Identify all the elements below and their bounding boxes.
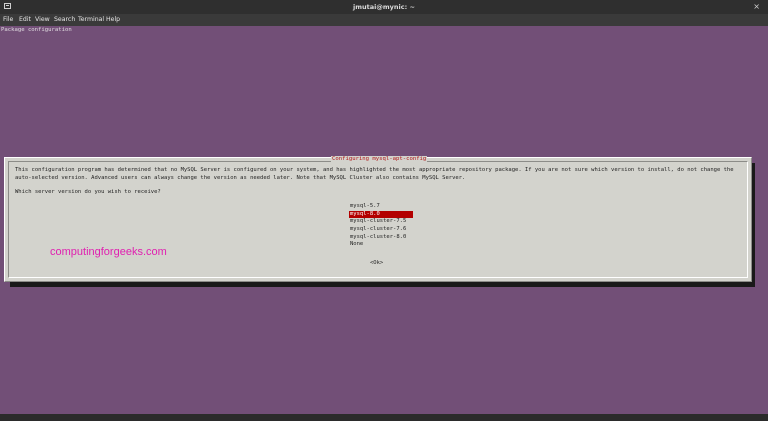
menu-edit[interactable]: Edit [19,16,31,23]
window-title: jmutai@mynic: ~ [353,3,415,11]
ok-button[interactable]: <Ok> [370,260,383,266]
option-mysql-8-0[interactable]: mysql-8.0 [349,210,413,219]
version-options-list: mysql-5.7 mysql-8.0 mysql-cluster-7.5 my… [349,203,413,249]
menu-file[interactable]: File [3,16,13,23]
window-bottom-edge [0,414,768,421]
menu-search[interactable]: Search [54,16,75,23]
dialog-question: Which server version do you wish to rece… [15,189,161,195]
menu-view[interactable]: View [35,16,50,23]
option-mysql-cluster-7-6[interactable]: mysql-cluster-7.6 [349,226,413,234]
terminal-area[interactable]: Package configuration Configuring mysql-… [0,26,768,414]
option-mysql-5-7[interactable]: mysql-5.7 [349,203,413,211]
option-mysql-cluster-7-5[interactable]: mysql-cluster-7.5 [349,218,413,226]
watermark: computingforgeeks.com [50,246,167,258]
option-none[interactable]: None [349,241,413,249]
config-dialog: Configuring mysql-apt-config This config… [4,156,752,282]
window-titlebar: jmutai@mynic: ~ × [0,0,768,14]
menu-bar: File Edit View Search Terminal Help [0,14,768,26]
menu-terminal[interactable]: Terminal [78,16,104,23]
dialog-title: Configuring mysql-apt-config [331,156,428,162]
dialog-frame: Configuring mysql-apt-config This config… [8,156,748,278]
package-configuration-header: Package configuration [1,27,72,33]
close-icon[interactable]: × [753,2,760,11]
menu-help[interactable]: Help [106,16,120,23]
option-mysql-cluster-8-0[interactable]: mysql-cluster-8.0 [349,234,413,242]
dialog-description: This configuration program has determine… [15,167,737,181]
